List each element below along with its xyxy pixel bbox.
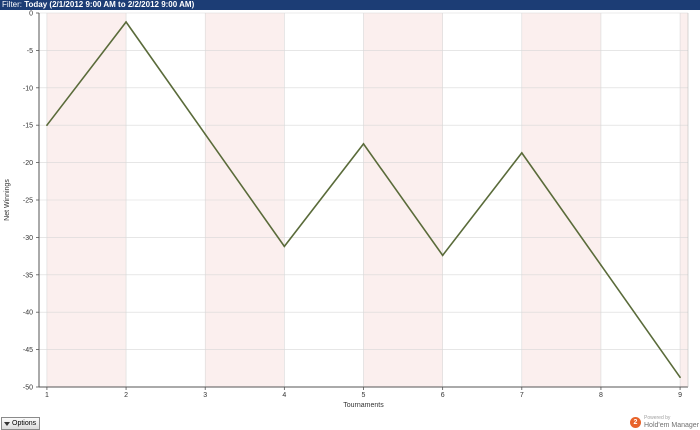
y-tick-label: -40	[23, 310, 33, 317]
x-axis-label: Tournaments	[343, 402, 384, 409]
x-tick-label: 4	[282, 392, 286, 399]
options-button[interactable]: Options	[1, 417, 40, 430]
y-tick-label: -50	[23, 385, 33, 392]
hem-logo-icon: 2	[630, 416, 641, 428]
y-axis-label: Net Winnings	[4, 179, 11, 221]
filter-value[interactable]: Today (2/1/2012 9:00 AM to 2/2/2012 9:00…	[24, 0, 194, 9]
data-point	[600, 264, 602, 266]
y-tick-label: 0	[29, 11, 33, 18]
x-tick-label: 6	[441, 392, 445, 399]
y-tick-label: -5	[27, 48, 33, 55]
dropdown-arrow-icon	[4, 421, 10, 426]
y-tick-label: -45	[23, 347, 33, 354]
brand-name: Hold'em Manager	[644, 422, 700, 429]
data-point	[520, 152, 523, 154]
powered-by-text: Powered by	[644, 415, 671, 421]
bottom-bar: Options 2 Powered by Hold'em Manager	[0, 414, 700, 430]
brand-logo: 2 Powered by Hold'em Manager	[630, 415, 699, 429]
y-tick-label: -10	[23, 85, 33, 92]
filter-label: Filter:	[2, 0, 22, 9]
net-winnings-chart: 0-5-10-15-20-25-30-35-40-45-501 2 3 4 5 6 7 8 9 …	[4, 11, 689, 409]
x-tick-label: 7	[520, 392, 524, 399]
x-tick-label: 5	[362, 392, 366, 399]
data-point	[283, 245, 286, 248]
x-tick-label: 1	[45, 392, 49, 399]
x-tick-label: 9	[678, 392, 682, 399]
data-point	[46, 124, 48, 126]
data-point	[362, 143, 365, 145]
data-point	[441, 254, 444, 257]
y-tick-label: -35	[23, 272, 33, 279]
data-point	[125, 21, 127, 23]
y-tick-label: -20	[23, 160, 33, 167]
options-button-label: Options	[12, 420, 37, 427]
data-point	[204, 133, 207, 135]
x-tick-label: 8	[599, 392, 603, 399]
y-tick-label: -15	[23, 123, 33, 130]
filter-bar: Filter: Today (2/1/2012 9:00 AM to 2/2/2…	[0, 0, 700, 10]
data-point	[679, 376, 681, 379]
x-tick-label: 3	[203, 392, 207, 399]
y-tick-label: -30	[23, 235, 33, 242]
y-tick-label: -25	[23, 198, 33, 205]
x-tick-label: 2	[124, 392, 128, 399]
